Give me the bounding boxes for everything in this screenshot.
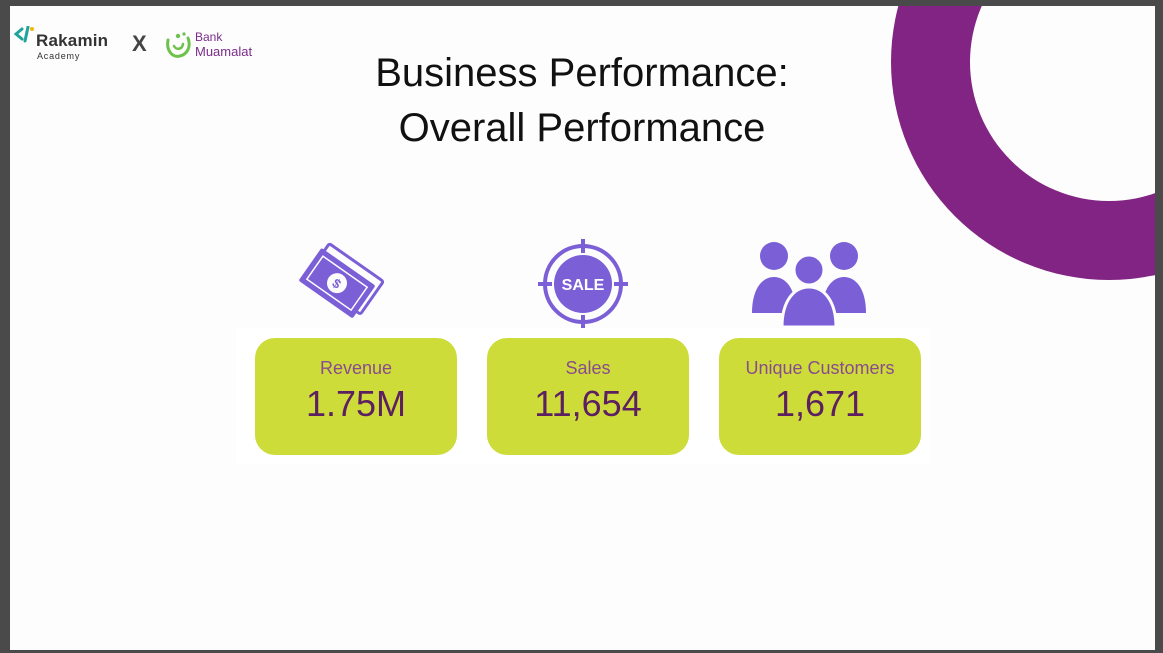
money-icon: $ [299,242,385,318]
rakamin-logo-name: Rakamin [36,31,109,50]
sale-target-icon: SALE [538,239,628,329]
slide: Rakamin Academy X Bank Muamalat Business… [10,6,1155,650]
logo-separator: X [132,31,147,56]
revenue-label: Revenue [319,358,393,378]
revenue-value: 1.75M [305,383,407,424]
rakamin-logo-icon [14,26,34,43]
page-title: Business Performance: Overall Performanc… [232,46,932,156]
page-title-line1: Business Performance: [375,51,789,95]
rakamin-logo-subtitle: Academy [37,51,81,61]
sale-badge-text: SALE [562,277,605,294]
customers-icon [752,242,866,327]
sales-label: Sales [565,358,611,378]
sales-value: 11,654 [534,383,642,424]
unique-customers-card: Unique Customers 1,671 [719,338,921,455]
bank-logo-line1: Bank [195,30,223,44]
unique-customers-label: Unique Customers [745,358,895,378]
bank-muamalat-logo-icon [166,32,191,58]
sales-card: Sales 11,654 [487,338,689,455]
unique-customers-value: 1,671 [774,383,866,424]
revenue-card: Revenue 1.75M [255,338,457,455]
page-title-line2: Overall Performance [398,106,766,150]
